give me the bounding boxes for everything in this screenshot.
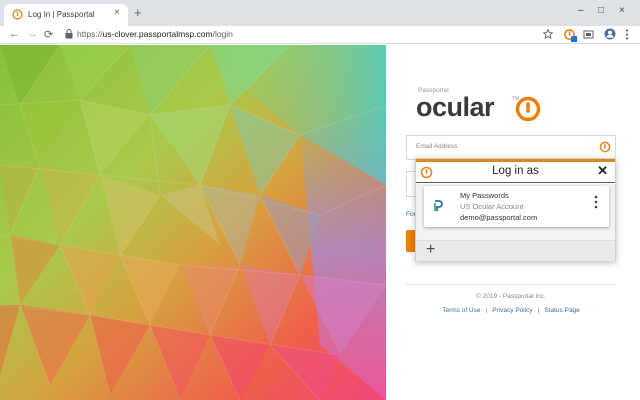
hero-background xyxy=(0,45,386,400)
ocular-favicon-icon xyxy=(12,9,23,20)
footer-separator: | xyxy=(537,307,540,314)
back-icon[interactable]: ← xyxy=(9,28,20,40)
footer-divider xyxy=(406,284,616,285)
browser-toolbar: ← → ⟳ https://us-clover.passportalmsp.co… xyxy=(0,26,640,44)
account-card[interactable]: My Passwords US Ocular Account demo@pass… xyxy=(424,186,609,227)
popup-account-list: My Passwords US Ocular Account demo@pass… xyxy=(416,184,615,240)
url-domain: us-clover.passportalmsp.com xyxy=(102,29,213,39)
footer-separator: | xyxy=(485,307,488,314)
account-type: US Ocular Account xyxy=(460,202,524,211)
tab-close-icon[interactable]: × xyxy=(114,7,120,18)
forward-icon[interactable]: → xyxy=(27,28,38,40)
popup-footer: + xyxy=(416,240,615,261)
more-options-icon[interactable] xyxy=(593,194,599,210)
tab-title: Log In | Passportal xyxy=(28,10,95,19)
address-bar[interactable]: https://us-clover.passportalmsp.com/logi… xyxy=(77,29,233,39)
account-name: My Passwords xyxy=(460,191,509,200)
footer-links: Terms of Use | Privacy Policy | Status Page xyxy=(406,307,616,314)
low-poly-artwork xyxy=(0,45,386,400)
close-window-button[interactable]: × xyxy=(619,5,625,16)
url-prefix: https:// xyxy=(77,29,103,39)
popup-title: Log in as xyxy=(492,165,539,177)
url-path: /login xyxy=(212,29,233,39)
email-field[interactable]: Email Address xyxy=(406,135,616,160)
add-account-button[interactable]: + xyxy=(426,241,435,259)
profile-avatar-icon[interactable] xyxy=(604,28,616,40)
star-icon[interactable] xyxy=(543,29,553,39)
privacy-policy-link[interactable]: Privacy Policy xyxy=(492,307,532,314)
ocular-autofill-icon[interactable] xyxy=(599,141,611,153)
passportal-logo-icon xyxy=(434,200,443,211)
ocular-extension-icon[interactable] xyxy=(563,28,577,42)
email-placeholder: Email Address xyxy=(416,143,458,150)
tab-passportal[interactable]: Log In | Passportal × xyxy=(4,4,128,26)
brand-wordmark: ocular xyxy=(416,92,495,122)
maximize-button[interactable]: □ xyxy=(598,5,604,16)
reload-icon[interactable]: ⟳ xyxy=(44,28,53,41)
close-icon[interactable]: ✕ xyxy=(597,163,608,179)
status-page-link[interactable]: Status Page xyxy=(544,307,579,314)
login-as-popup: Log in as ✕ My Passwords US Ocular Accou… xyxy=(415,158,616,261)
menu-icon[interactable] xyxy=(625,29,629,40)
terms-of-use-link[interactable]: Terms of Use xyxy=(442,307,480,314)
new-tab-button[interactable]: + xyxy=(134,6,142,19)
lock-icon[interactable] xyxy=(65,29,73,39)
account-email: demo@passportal.com xyxy=(460,213,538,222)
popup-header: Log in as ✕ xyxy=(416,162,615,183)
copyright-text: © 2019 - Passportal Inc. xyxy=(476,293,546,300)
tab-strip: Log In | Passportal × + – □ × xyxy=(0,0,640,26)
ocular-logo-icon xyxy=(515,96,541,122)
minimize-button[interactable]: – xyxy=(578,5,584,16)
screenshot-icon[interactable] xyxy=(583,29,594,40)
